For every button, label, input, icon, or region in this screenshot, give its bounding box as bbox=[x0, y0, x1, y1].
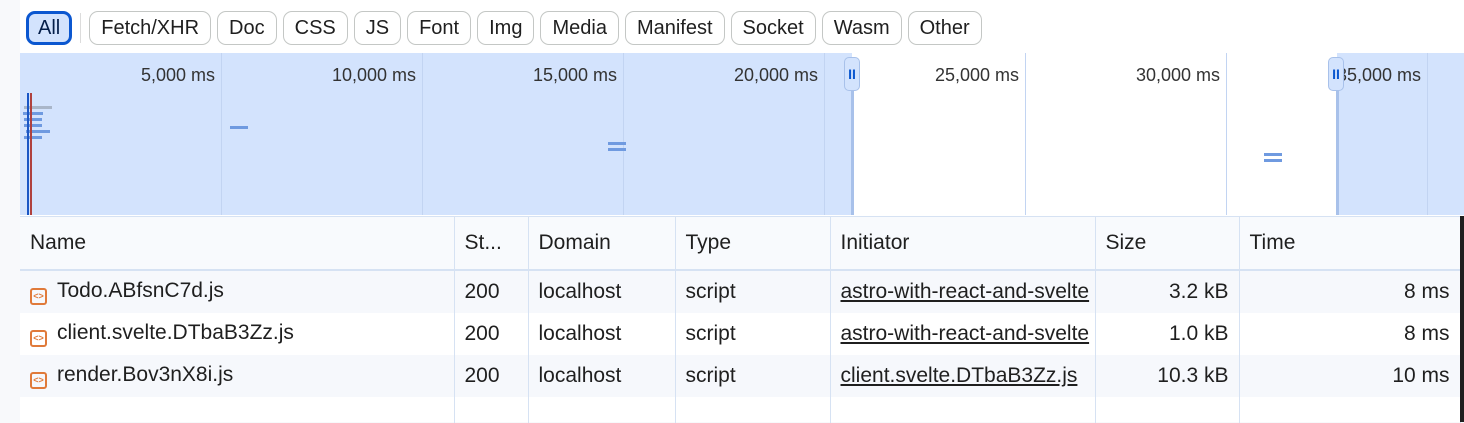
overview-gridline bbox=[1226, 53, 1227, 215]
network-overview-timeline[interactable]: 5,000 ms 10,000 ms 15,000 ms 20,000 ms 25,00… bbox=[20, 53, 1464, 215]
overview-gridline bbox=[1025, 53, 1026, 215]
time-cell: 10 ms bbox=[1239, 355, 1461, 397]
overview-gridline bbox=[221, 53, 222, 215]
dom-content-loaded-marker bbox=[27, 93, 29, 215]
name-cell[interactable]: <> Todo.ABfsnC7d.js bbox=[20, 270, 455, 313]
status-cell: 200 bbox=[454, 355, 529, 397]
overview-tick-label: 20,000 ms bbox=[733, 65, 818, 85]
request-name: Todo.ABfsnC7d.js bbox=[57, 279, 224, 302]
selection-edge bbox=[1336, 91, 1339, 215]
initiator-link[interactable]: astro-with-react-and-svelte bbox=[841, 322, 1090, 345]
overview-tick-label: 30,000 ms bbox=[1135, 65, 1220, 85]
filter-font[interactable]: Font bbox=[407, 11, 472, 45]
filter-manifest[interactable]: Manifest bbox=[624, 11, 725, 45]
filter-doc[interactable]: Doc bbox=[217, 11, 277, 45]
request-row[interactable]: <> client.svelte.DTbaB3Zz.js 200 localhost s… bbox=[20, 313, 1461, 355]
status-cell: 200 bbox=[454, 313, 529, 355]
request-bar bbox=[23, 112, 43, 115]
request-bar bbox=[1264, 159, 1282, 162]
overview-tick-label: 25,000 ms bbox=[934, 65, 1019, 85]
column-header-6[interactable]: Time bbox=[1239, 216, 1461, 271]
name-cell[interactable]: <> client.svelte.DTbaB3Zz.js bbox=[20, 313, 455, 355]
column-header-5[interactable]: Size bbox=[1095, 216, 1240, 271]
resource-type-filter-bar: All Fetch/XHR Doc CSS JS Font Img Media Manifest… bbox=[26, 9, 982, 47]
request-name: client.svelte.DTbaB3Zz.js bbox=[57, 321, 294, 344]
size-cell: 10.3 kB bbox=[1095, 355, 1240, 397]
initiator-cell: astro-with-react-and-svelte bbox=[830, 270, 1096, 313]
request-row[interactable]: <> render.Bov3nX8i.js 200 localhost script cl… bbox=[20, 355, 1461, 397]
initiator-link[interactable]: astro-with-react-and-svelte bbox=[841, 280, 1090, 303]
overview-gridline bbox=[422, 53, 423, 215]
filter-wasm[interactable]: Wasm bbox=[821, 11, 902, 45]
column-header-1[interactable]: St... bbox=[454, 216, 529, 271]
filter-all[interactable]: All bbox=[26, 11, 73, 45]
filter-fetch-xhr[interactable]: Fetch/XHR bbox=[89, 11, 212, 45]
size-cell: 1.0 kB bbox=[1095, 313, 1240, 355]
domain-cell: localhost bbox=[528, 355, 676, 397]
selection-end-handle[interactable]: II bbox=[1328, 57, 1344, 91]
domain-cell: localhost bbox=[528, 313, 676, 355]
scrollbar[interactable] bbox=[1460, 216, 1464, 422]
overview-gridline bbox=[1427, 53, 1428, 215]
filter-socket[interactable]: Socket bbox=[730, 11, 816, 45]
network-panel: All Fetch/XHR Doc CSS JS Font Img Media Manifest… bbox=[20, 0, 1464, 423]
request-bar bbox=[608, 142, 626, 145]
column-header-3[interactable]: Type bbox=[675, 216, 831, 271]
network-requests-table: Name St... Domain Type Initiator Size Time <> T… bbox=[20, 216, 1461, 423]
column-header-2[interactable]: Domain bbox=[528, 216, 676, 271]
overview-gridline bbox=[824, 53, 825, 215]
divider bbox=[80, 13, 82, 43]
script-file-icon: <> bbox=[30, 288, 47, 305]
selection-edge bbox=[851, 91, 854, 215]
overview-gridline bbox=[623, 53, 624, 215]
filter-media[interactable]: Media bbox=[540, 11, 619, 45]
script-file-icon: <> bbox=[30, 330, 47, 347]
filter-js[interactable]: JS bbox=[353, 11, 402, 45]
filter-img[interactable]: Img bbox=[477, 11, 535, 45]
column-header-4[interactable]: Initiator bbox=[830, 216, 1096, 271]
status-cell: 200 bbox=[454, 270, 529, 313]
overview-tick-label: 15,000 ms bbox=[532, 65, 617, 85]
time-cell: 8 ms bbox=[1239, 313, 1461, 355]
type-cell: script bbox=[675, 270, 831, 313]
request-bar bbox=[230, 126, 248, 129]
filter-css[interactable]: CSS bbox=[282, 11, 348, 45]
request-bar bbox=[608, 148, 626, 151]
request-bar bbox=[1264, 153, 1282, 156]
name-cell[interactable]: <> render.Bov3nX8i.js bbox=[20, 355, 455, 397]
empty-filler-row bbox=[20, 397, 1461, 423]
script-file-icon: <> bbox=[30, 372, 47, 389]
request-name: render.Bov3nX8i.js bbox=[57, 363, 234, 386]
request-row[interactable]: <> Todo.ABfsnC7d.js 200 localhost script astr… bbox=[20, 270, 1461, 313]
type-cell: script bbox=[675, 355, 831, 397]
column-header-0[interactable]: Name bbox=[20, 216, 455, 271]
size-cell: 3.2 kB bbox=[1095, 270, 1240, 313]
filter-other[interactable]: Other bbox=[907, 11, 982, 45]
overview-tick-label: 5,000 ms bbox=[140, 65, 215, 85]
type-cell: script bbox=[675, 313, 831, 355]
overview-tick-label: 10,000 ms bbox=[331, 65, 416, 85]
selection-start-handle[interactable]: II bbox=[844, 57, 860, 91]
initiator-link[interactable]: client.svelte.DTbaB3Zz.js bbox=[841, 364, 1078, 387]
time-cell: 8 ms bbox=[1239, 270, 1461, 313]
domain-cell: localhost bbox=[528, 270, 676, 313]
load-marker bbox=[30, 93, 32, 215]
initiator-cell: astro-with-react-and-svelte bbox=[830, 313, 1096, 355]
initiator-cell: client.svelte.DTbaB3Zz.js bbox=[830, 355, 1096, 397]
